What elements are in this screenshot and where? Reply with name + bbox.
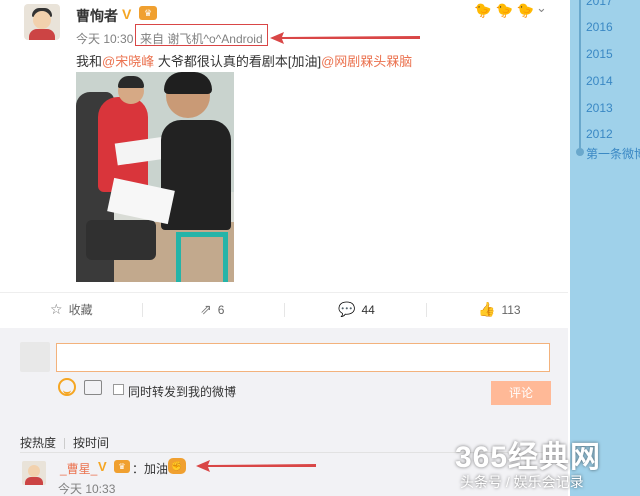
post-meta: 今天 10:30 [76, 30, 135, 47]
member-crown-icon: ♛ [114, 460, 130, 473]
current-user-avatar [20, 342, 50, 372]
timeline-year-2012[interactable]: 2012 [586, 127, 613, 141]
chick-icon: 🐤 [495, 2, 517, 18]
post-text: 我和@宋晓峰 大爷都很认真的看剧本[加油]@网剧槑头槑脑 [76, 51, 412, 70]
star-icon: ☆ [50, 301, 63, 317]
comment-time[interactable]: 今天 10:33 [58, 480, 115, 496]
annotation-arrow [196, 460, 316, 472]
comment-icon: 💬 [338, 301, 356, 317]
post-source[interactable]: 来自 谢飞机^o^Android [140, 30, 263, 47]
repost-button[interactable]: ⇗ 6 [200, 301, 224, 318]
sort-by-time[interactable]: 按时间 [73, 436, 109, 450]
repost-checkbox[interactable] [113, 384, 124, 395]
user-avatar[interactable] [24, 4, 60, 40]
timeline-dot [576, 148, 584, 156]
verified-badge-icon: V [98, 459, 107, 474]
comment-count: 44 [361, 302, 375, 317]
thumbs-up-icon: 👍 [478, 301, 496, 317]
timeline-line [579, 0, 581, 150]
timeline-year-2014[interactable]: 2014 [586, 74, 613, 88]
like-button[interactable]: 👍 113 [478, 301, 521, 318]
commenter-avatar[interactable] [22, 461, 46, 485]
favorite-label: 收藏 [68, 303, 93, 317]
share-icon: ⇗ [200, 301, 212, 317]
post-photo[interactable] [76, 72, 234, 282]
member-crown-icon: ♛ [139, 6, 157, 20]
chevron-down-icon[interactable]: ⌄ [536, 0, 547, 16]
post-time[interactable]: 今天 10:30 [76, 32, 133, 46]
timeline-year-2015[interactable]: 2015 [586, 47, 613, 61]
timeline-year-2016[interactable]: 2016 [586, 20, 613, 34]
comment-text-content: ：加油 [132, 462, 169, 476]
decorative-chick-icons: 🐤🐤🐤 [474, 2, 538, 19]
repost-count: 6 [217, 302, 225, 317]
watermark-caption: 头条号 / 娱乐会记录 [460, 474, 584, 490]
comment-button[interactable]: 💬 44 [338, 301, 375, 318]
like-count: 113 [501, 302, 521, 317]
commenter-name[interactable]: _曹星_ [60, 460, 97, 477]
mention-link[interactable]: @宋晓峰 [102, 54, 154, 69]
sort-by-heat[interactable]: 按热度 [20, 436, 56, 450]
chick-icon: 🐤 [474, 2, 496, 18]
mention-link[interactable]: @网剧槑头槑脑 [321, 54, 412, 69]
post-card: 曹恂者 V ♛ 🐤🐤🐤 ⌄ 今天 10:30 来自 谢飞机^o^Android … [0, 0, 568, 330]
timeline-first-post[interactable]: 第一条微博 [586, 145, 640, 162]
comment-input[interactable] [56, 343, 550, 372]
post-user-name[interactable]: 曹恂者 [76, 6, 118, 26]
timeline-year-2013[interactable]: 2013 [586, 101, 613, 115]
post-action-bar: ☆ 收藏 ⇗ 6 💬 44 👍 113 [0, 292, 568, 326]
repost-checkbox-label[interactable]: 同时转发到我的微博 [128, 383, 236, 400]
comment-sort-tabs: 按热度 按时间 [20, 434, 109, 451]
annotation-arrow [270, 32, 420, 44]
post-text-middle: 大爷都很认真的看剧本[加油] [154, 54, 322, 69]
image-icon[interactable] [84, 380, 102, 395]
timeline-year-2017[interactable]: 2017 [586, 0, 613, 8]
fist-emoji-icon: ✊ [168, 458, 186, 474]
post-text-prefix: 我和 [76, 54, 103, 69]
comment-submit-button[interactable]: 评论 [491, 381, 551, 405]
favorite-button[interactable]: ☆ 收藏 [50, 301, 93, 318]
verified-badge-icon: V [122, 6, 132, 22]
watermark-logo: 365经典网 [455, 441, 602, 474]
emoji-icon[interactable] [58, 378, 76, 396]
